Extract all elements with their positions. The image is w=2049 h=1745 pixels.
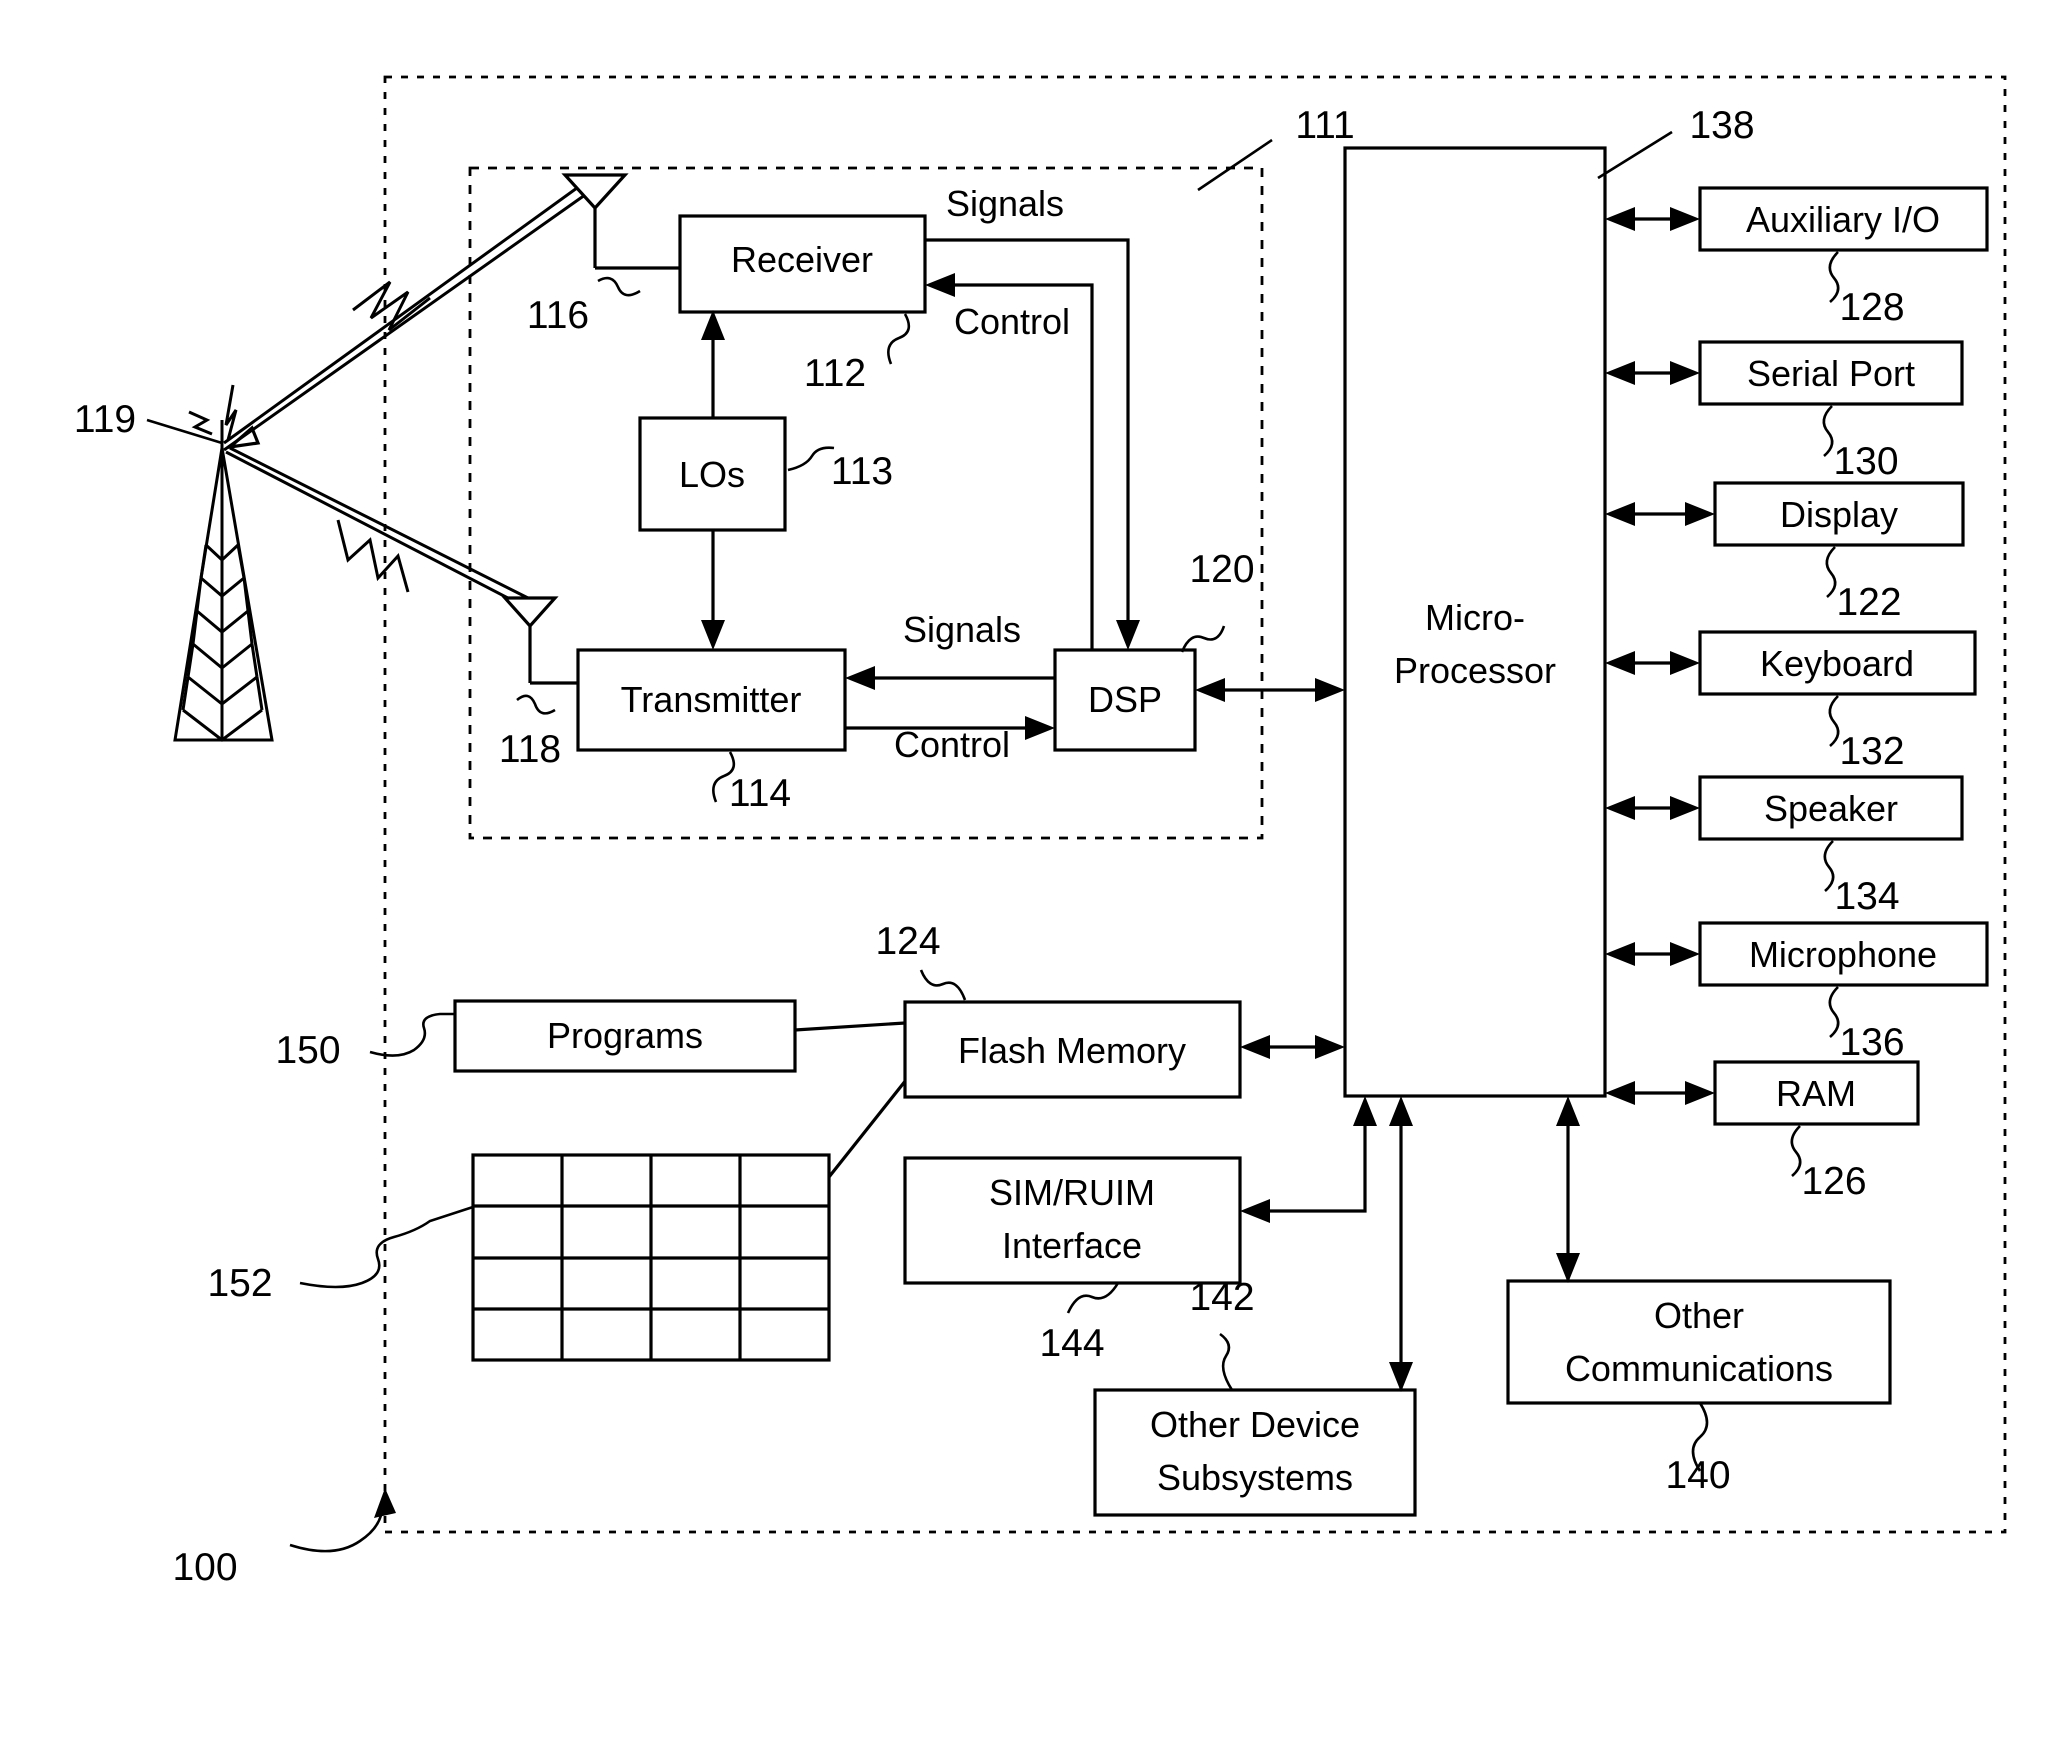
programs-label: Programs [547, 1015, 703, 1056]
sim-ruim-label-line1: SIM/RUIM [989, 1172, 1155, 1213]
dsp-label: DSP [1088, 679, 1162, 720]
ref-134: 134 [1834, 875, 1899, 918]
ref-150: 150 [275, 1029, 340, 1072]
serial-port-label: Serial Port [1747, 353, 1915, 394]
display-arrow [1605, 502, 1715, 526]
receiver-signals-label: Signals [946, 183, 1064, 224]
tower-leader-line [146, 418, 223, 445]
ref-124: 124 [875, 920, 940, 963]
data-table-leader [299, 1205, 474, 1289]
ref-100: 100 [172, 1546, 237, 1589]
ref-144: 144 [1039, 1322, 1104, 1365]
sim-ruim-label-line2: Interface [1002, 1225, 1142, 1266]
flash-memory-label: Flash Memory [958, 1030, 1186, 1071]
transmit-antenna-icon [501, 596, 578, 685]
aux-io-arrow [1605, 207, 1700, 231]
other-device-subsystems-arrow [1389, 1096, 1413, 1392]
other-device-subsystems-label-line1: Other Device [1150, 1404, 1360, 1445]
ref-138: 138 [1689, 104, 1754, 147]
patent-figure: Receiver LOs Transmitter DSP Micro- Proc… [0, 0, 2049, 1745]
receive-antenna-leader [597, 276, 641, 297]
aux-io-leader [1828, 251, 1840, 303]
ref-136: 136 [1839, 1021, 1904, 1064]
keyboard-arrow [1605, 651, 1700, 675]
transmitter-label: Transmitter [621, 679, 802, 720]
microphone-leader [1828, 986, 1840, 1038]
ref-126: 126 [1801, 1160, 1866, 1203]
ram-leader [1790, 1125, 1802, 1177]
auxiliary-io-label: Auxiliary I/O [1746, 199, 1940, 240]
data-table-grid [471, 1153, 831, 1362]
ram-arrow [1605, 1081, 1715, 1105]
ref-119: 119 [74, 398, 136, 441]
ref-132: 132 [1839, 730, 1904, 773]
dsp-microprocessor-link [1195, 678, 1345, 702]
receive-antenna-icon [561, 173, 680, 270]
keyboard-leader [1828, 695, 1840, 747]
ref-111: 111 [1295, 104, 1354, 147]
transmitter-control-label: Control [894, 724, 1010, 765]
display-leader [1825, 546, 1837, 598]
ref-116: 116 [527, 294, 589, 337]
device-ref-arrowhead [374, 1488, 396, 1518]
ref-140: 140 [1665, 1454, 1730, 1497]
diagram-canvas: Receiver LOs Transmitter DSP Micro- Proc… [74, 75, 2007, 1589]
other-device-subsystems-leader [1219, 1332, 1234, 1391]
ref-120: 120 [1189, 548, 1254, 591]
programs-flash-link [794, 1021, 906, 1032]
los-to-receiver-arrow [701, 310, 725, 418]
transmitter-signals-label: Signals [903, 609, 1021, 650]
ref-118: 118 [499, 728, 561, 771]
data-table-flash-link [827, 1074, 912, 1178]
microprocessor-label-line2: Processor [1394, 650, 1556, 691]
receiver-label: Receiver [731, 239, 873, 280]
receiver-control-label: Control [954, 301, 1070, 342]
microprocessor-label-line1: Micro- [1425, 597, 1525, 638]
ref-112: 112 [804, 352, 866, 395]
other-communications-label-line2: Communications [1565, 1348, 1833, 1389]
sim-ruim-arrow [1240, 1096, 1377, 1223]
transmitter-signals-path [845, 666, 1055, 690]
sim-ruim-leader [1066, 1282, 1120, 1314]
keyboard-label: Keyboard [1760, 643, 1914, 684]
los-to-transmitter-arrow [701, 530, 725, 650]
flash-microprocessor-arrow [1240, 1035, 1345, 1059]
display-label: Display [1780, 494, 1898, 535]
ref-122: 122 [1836, 581, 1901, 624]
speaker-leader [1823, 840, 1835, 892]
receiver-leader [887, 313, 911, 365]
ref-128: 128 [1839, 286, 1904, 329]
microphone-arrow [1605, 942, 1700, 966]
dsp-leader [1180, 625, 1226, 653]
ram-label: RAM [1776, 1073, 1856, 1114]
speaker-arrow [1605, 796, 1700, 820]
rf-beam-downlink [225, 446, 541, 614]
ref-152: 152 [207, 1262, 272, 1305]
comm-subsystem-leader [1197, 138, 1273, 192]
serial-port-leader [1822, 405, 1834, 457]
microphone-label: Microphone [1749, 934, 1937, 975]
ref-113: 113 [831, 450, 893, 493]
los-leader [787, 446, 835, 472]
ref-114: 114 [729, 772, 791, 815]
other-device-subsystems-label-line2: Subsystems [1157, 1457, 1353, 1498]
microprocessor-leader [1597, 130, 1673, 180]
other-communications-label-line1: Other [1654, 1295, 1744, 1336]
ref-142: 142 [1189, 1276, 1254, 1319]
los-label: LOs [679, 454, 745, 495]
programs-leader [369, 1012, 455, 1057]
other-communications-arrow [1556, 1096, 1580, 1283]
device-ref-leader [289, 1502, 384, 1553]
flash-memory-leader [919, 969, 967, 1001]
ref-130: 130 [1833, 440, 1898, 483]
serial-port-arrow [1605, 361, 1700, 385]
transmit-antenna-leader [516, 694, 556, 715]
speaker-label: Speaker [1764, 788, 1898, 829]
